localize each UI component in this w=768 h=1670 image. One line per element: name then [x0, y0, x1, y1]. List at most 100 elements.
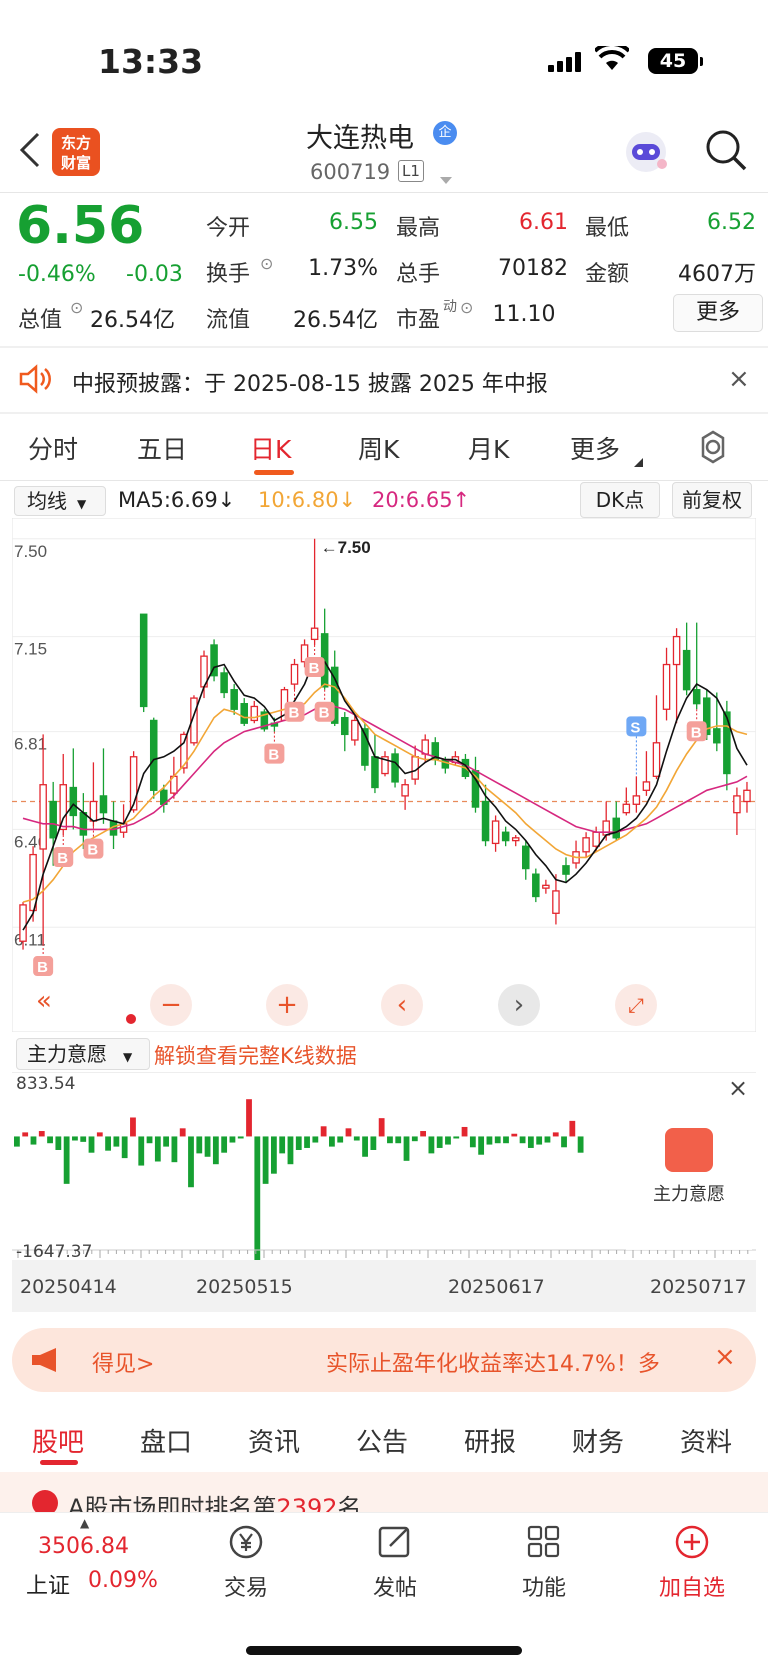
- chart-frame: [12, 518, 756, 1032]
- home-indicator: [246, 1646, 522, 1655]
- tab-finance[interactable]: 财务: [572, 1422, 624, 1459]
- float-value: 26.54亿: [293, 308, 378, 333]
- flow-bar: [370, 1136, 377, 1150]
- flow-bar: [55, 1136, 62, 1150]
- fast-backward-icon[interactable]: «: [36, 986, 52, 1016]
- level-badge[interactable]: L1: [398, 160, 424, 182]
- flow-bar: [445, 1136, 451, 1145]
- candle-body: [230, 689, 238, 710]
- flow-bar: [138, 1136, 145, 1166]
- flow-bar: [295, 1136, 302, 1150]
- app-logo: 东方 财富: [52, 128, 100, 176]
- tab-intraday[interactable]: 分时: [28, 430, 78, 466]
- date-label: 20250617: [448, 1276, 545, 1298]
- flow-bar: [453, 1136, 460, 1139]
- tab-more[interactable]: 更多: [570, 430, 620, 466]
- index-name[interactable]: 上证: [26, 1568, 70, 1600]
- notice-text[interactable]: 中报预披露：于 2025-08-15 披露 2025 年中报: [72, 366, 548, 398]
- pe-label: 市盈: [396, 308, 441, 333]
- adjust-button[interactable]: 前复权: [672, 482, 752, 518]
- scroll-left-button[interactable]: ‹: [381, 984, 423, 1026]
- fullscreen-button[interactable]: ⤢: [615, 984, 657, 1026]
- tab-forum[interactable]: 股吧: [32, 1422, 84, 1459]
- tab-profile[interactable]: 资料: [680, 1422, 732, 1459]
- nav-trade[interactable]: 交易: [196, 1524, 296, 1602]
- tab-news[interactable]: 资讯: [248, 1422, 300, 1459]
- caret-up-icon: ▲: [80, 1516, 90, 1530]
- kline-chart[interactable]: 7.507.156.816.466.11←7.50BB BBBBBBS: [12, 518, 756, 1032]
- flow-bar: [478, 1136, 485, 1155]
- flow-bar: [63, 1136, 70, 1184]
- ma-selector[interactable]: 均线 ▼: [14, 486, 106, 516]
- flow-bar: [304, 1136, 310, 1148]
- ad-text[interactable]: 实际止盈年化收益率达14.7%！多: [326, 1346, 660, 1378]
- chevron-down-icon[interactable]: [440, 170, 452, 189]
- info-icon[interactable]: ⊙: [260, 254, 273, 273]
- flow-bar: [552, 1132, 559, 1137]
- candle-body: [692, 689, 701, 705]
- scroll-right-button[interactable]: ›: [498, 984, 540, 1026]
- candle-body: [713, 728, 721, 744]
- close-icon[interactable]: ×: [714, 1342, 736, 1372]
- y-tick-label: 6.11: [14, 930, 46, 949]
- flow-bar: [30, 1136, 37, 1145]
- flow-bar: [38, 1131, 45, 1137]
- search-icon[interactable]: [704, 128, 748, 176]
- info-icon[interactable]: ⊙: [460, 298, 473, 317]
- mktcap-value: 26.54亿: [90, 308, 175, 333]
- current-price: 6.56: [16, 196, 145, 256]
- dk-point-button[interactable]: DK点: [580, 482, 660, 518]
- candle-body: [139, 613, 148, 708]
- date-label: 20250717: [650, 1276, 747, 1298]
- flow-bar: [237, 1136, 244, 1139]
- candle-body: [391, 753, 399, 783]
- tab-announcement[interactable]: 公告: [356, 1422, 408, 1459]
- nav-post[interactable]: 发帖: [345, 1524, 445, 1602]
- nav-add-watchlist[interactable]: 加自选: [642, 1524, 742, 1602]
- candle-body: [743, 789, 751, 803]
- index-value[interactable]: 3506.84: [38, 1534, 129, 1559]
- candle-body: [562, 865, 570, 875]
- forum-underline: [40, 1460, 78, 1465]
- open-value: 6.55: [329, 210, 378, 235]
- candle-body: [511, 837, 520, 842]
- flow-bar: [212, 1136, 219, 1165]
- candle-body: [220, 672, 228, 694]
- ranking-strip[interactable]: A股市场即时排名第2392名: [0, 1472, 768, 1512]
- info-icon[interactable]: ⊙: [70, 298, 83, 317]
- tab-daily-k[interactable]: 日K: [250, 430, 291, 466]
- tab-five-day[interactable]: 五日: [137, 430, 187, 466]
- robot-assistant-icon[interactable]: [622, 128, 670, 180]
- close-icon[interactable]: ×: [728, 1074, 748, 1102]
- flow-bar: [312, 1136, 319, 1143]
- flow-bar: [196, 1136, 203, 1154]
- zoom-in-button[interactable]: +: [266, 984, 308, 1026]
- flow-min-label: -1647.37: [16, 1242, 93, 1262]
- ad-left-text[interactable]: 得见>: [92, 1346, 154, 1378]
- overlay-label: 主力意愿: [653, 1184, 725, 1205]
- flow-bar: [469, 1136, 476, 1148]
- tab-weekly-k[interactable]: 周K: [358, 430, 399, 466]
- grid-icon: [527, 1525, 560, 1558]
- back-icon[interactable]: [18, 130, 42, 174]
- date-label: 20250515: [196, 1276, 293, 1298]
- index-change[interactable]: 0.09%: [88, 1568, 158, 1593]
- main-force-overlay[interactable]: 主力意愿: [626, 1100, 752, 1250]
- nav-functions[interactable]: 功能: [494, 1524, 594, 1602]
- flow-bar: [536, 1136, 543, 1145]
- flow-bar: [519, 1136, 526, 1144]
- tab-orderbook[interactable]: 盘口: [140, 1422, 192, 1459]
- zoom-out-button[interactable]: −: [150, 984, 192, 1026]
- candle-body: [69, 786, 78, 817]
- flow-bar: [544, 1136, 551, 1143]
- tab-monthly-k[interactable]: 月K: [468, 430, 509, 466]
- more-button[interactable]: 更多: [673, 294, 763, 332]
- indicator-selector[interactable]: 主力意愿 ▼: [16, 1038, 150, 1070]
- unlock-link[interactable]: 解锁查看完整K线数据: [154, 1040, 357, 1070]
- settings-icon[interactable]: [696, 430, 730, 468]
- close-icon[interactable]: ×: [728, 364, 750, 394]
- candle-body: [612, 817, 621, 839]
- flow-bar: [72, 1136, 78, 1141]
- float-label: 流值: [206, 308, 251, 333]
- tab-research[interactable]: 研报: [464, 1422, 516, 1459]
